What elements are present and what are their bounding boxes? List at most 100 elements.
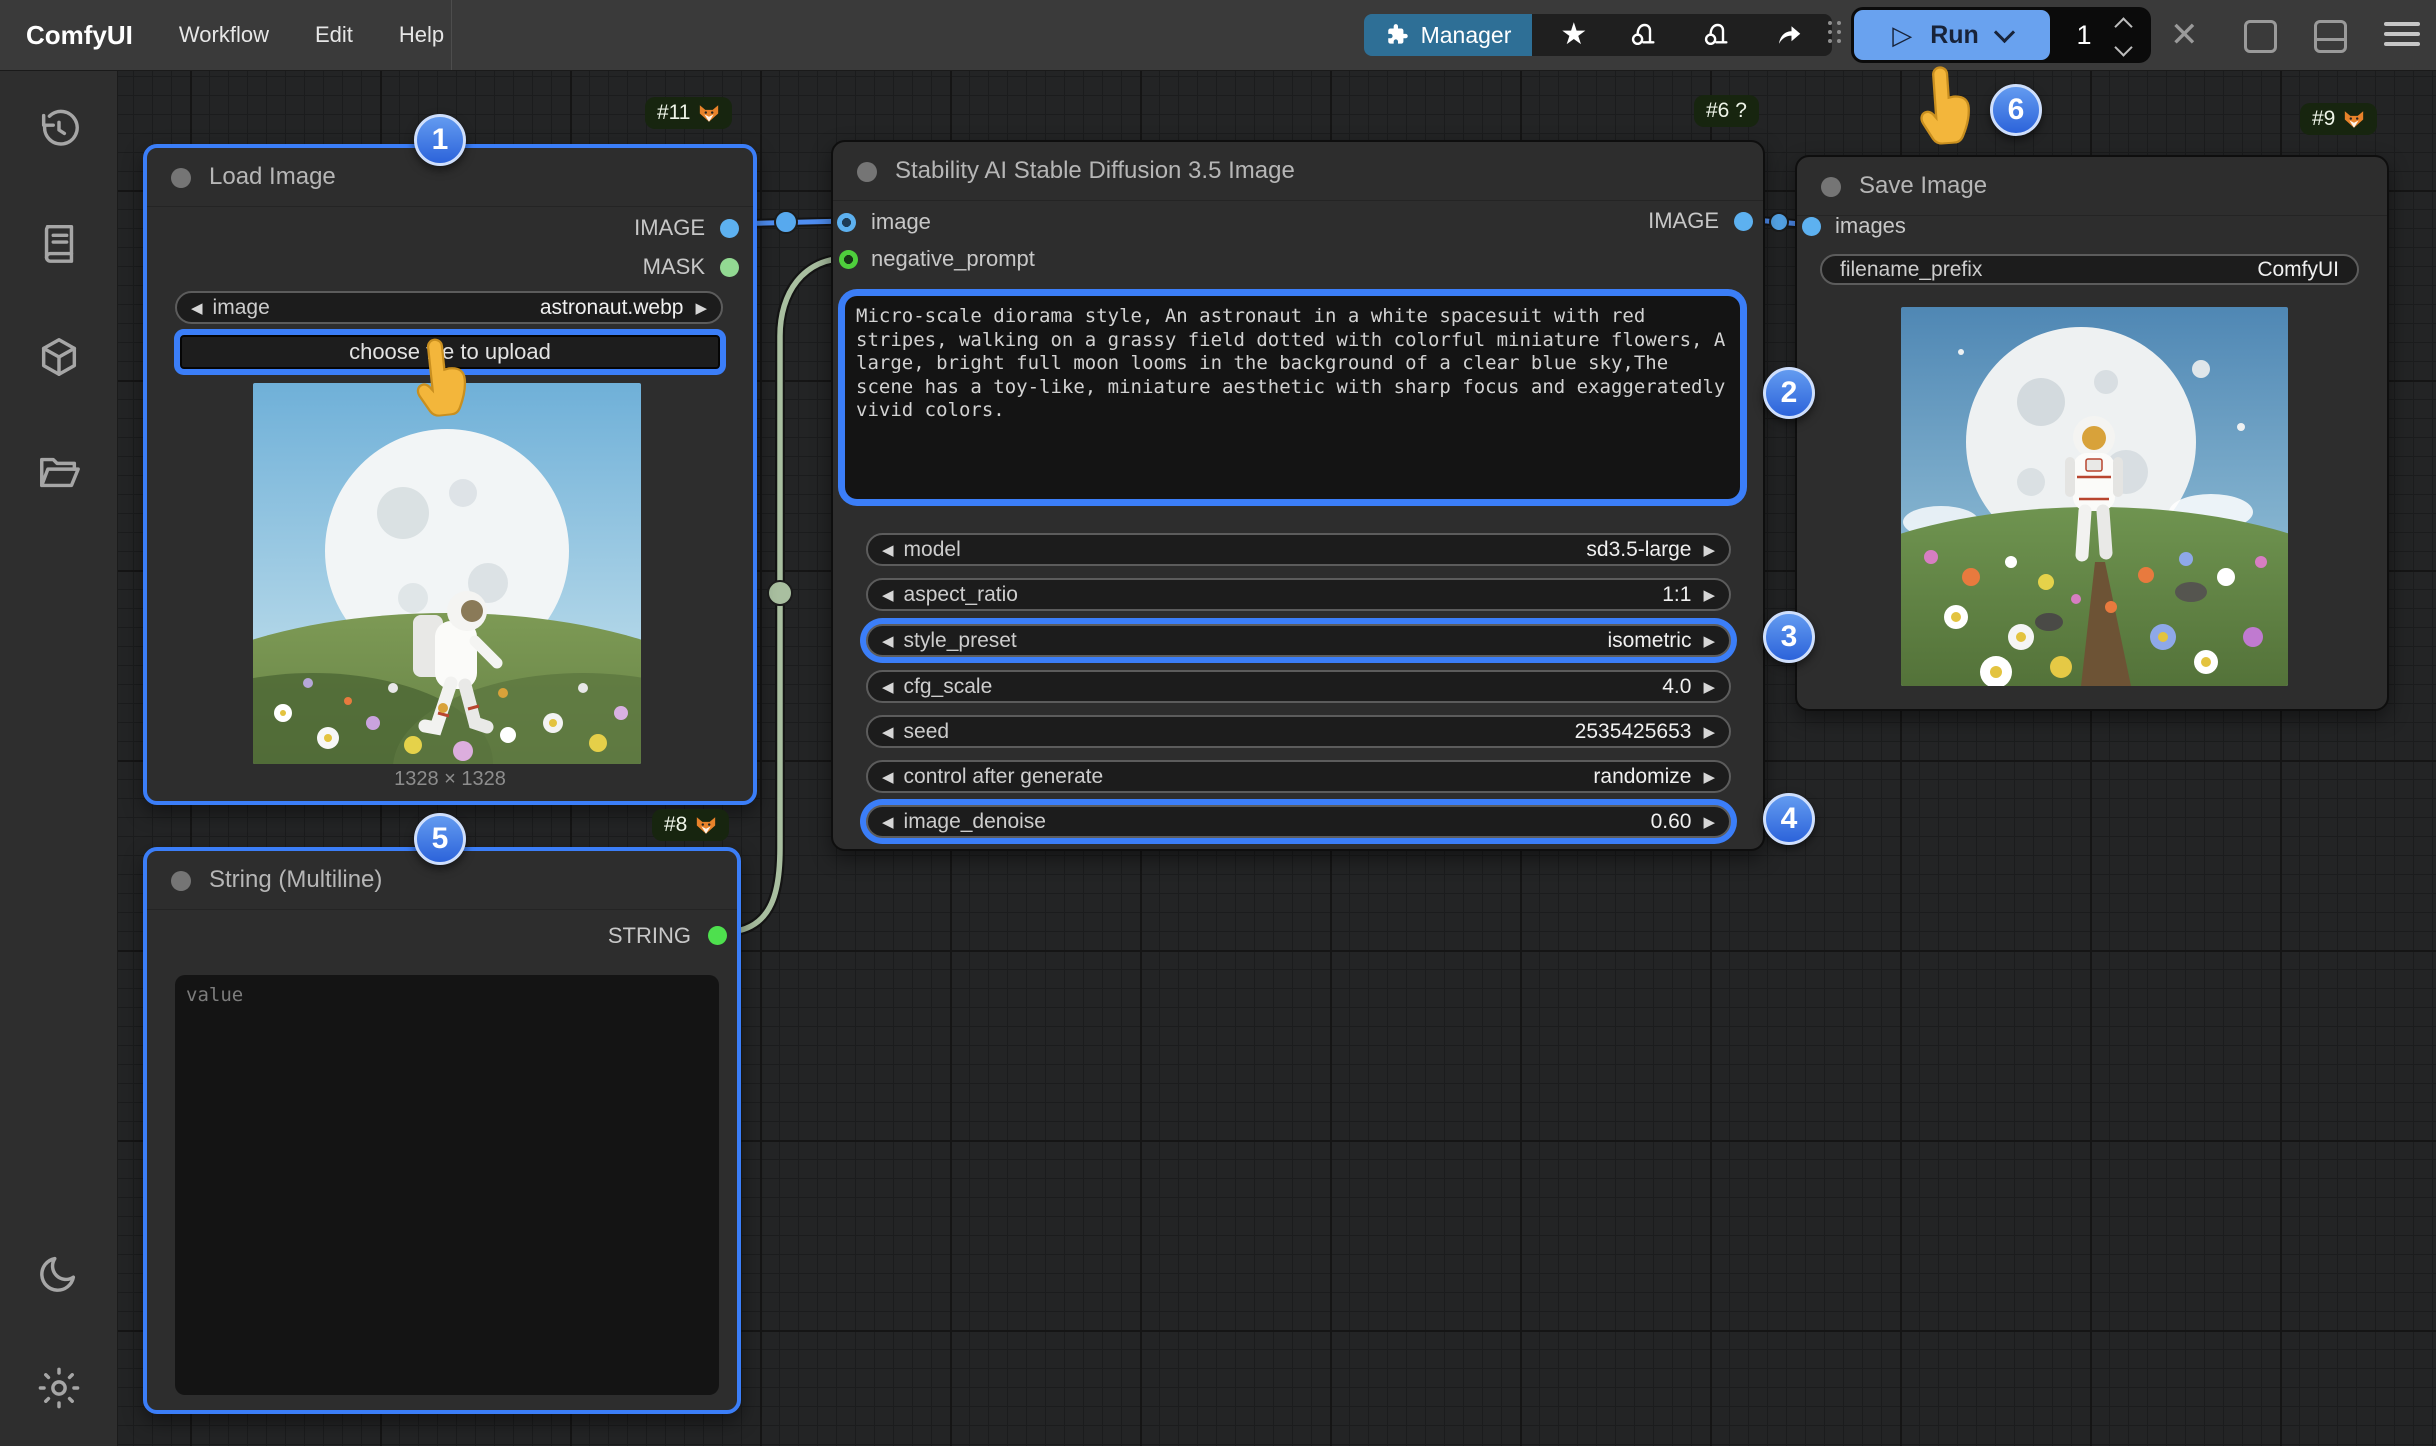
node-header[interactable]: Save Image xyxy=(1797,157,2387,216)
widget-style-preset[interactable]: ◀ style_preset isometric ▶ xyxy=(866,624,1731,657)
widget-filename-prefix[interactable]: filename_prefix ComfyUI xyxy=(1820,254,2359,285)
node-library-icon[interactable] xyxy=(36,220,82,266)
widget-model[interactable]: ◀ model sd3.5-large ▶ xyxy=(866,533,1731,566)
output-label-image: IMAGE xyxy=(634,215,705,241)
collapse-dot-icon[interactable] xyxy=(171,168,191,188)
stepper-up-icon[interactable] xyxy=(2114,17,2132,35)
next-arrow-icon[interactable]: ▶ xyxy=(1703,541,1715,559)
play-icon: ▷ xyxy=(1892,20,1912,51)
widget-control-after-generate[interactable]: ◀ control after generate randomize ▶ xyxy=(866,760,1731,793)
widget-label: image xyxy=(213,296,270,320)
run-button[interactable]: ▷ Run xyxy=(1854,10,2050,60)
prev-arrow-icon[interactable]: ◀ xyxy=(882,632,894,650)
left-sidebar xyxy=(0,70,118,1446)
prev-arrow-icon[interactable]: ◀ xyxy=(882,586,894,604)
history-icon[interactable] xyxy=(36,106,82,152)
prev-arrow-icon[interactable]: ◀ xyxy=(882,813,894,831)
next-arrow-icon[interactable]: ▶ xyxy=(1703,813,1715,831)
node-save-image[interactable]: Save Image images filename_prefix ComfyU… xyxy=(1795,155,2389,711)
prev-arrow-icon[interactable]: ◀ xyxy=(882,541,894,559)
collapse-dot-icon[interactable] xyxy=(171,871,191,891)
bell-icon[interactable] xyxy=(1628,19,1660,51)
menu-icon[interactable] xyxy=(2384,22,2420,46)
output-label-mask: MASK xyxy=(643,254,705,280)
next-arrow-icon[interactable]: ▶ xyxy=(1703,678,1715,696)
puzzle-icon xyxy=(1385,22,1411,48)
fox-icon xyxy=(695,816,717,835)
prev-arrow-icon[interactable]: ◀ xyxy=(882,768,894,786)
node-title: String (Multiline) xyxy=(209,866,382,894)
annotation-marker-1: 1 xyxy=(414,114,466,166)
widget-cfg-scale[interactable]: ◀ cfg_scale 4.0 ▶ xyxy=(866,670,1731,703)
panel-icon[interactable] xyxy=(2244,20,2277,53)
image-size-label: 1328 × 1328 xyxy=(147,768,753,791)
node-header[interactable]: Stability AI Stable Diffusion 3.5 Image xyxy=(833,142,1763,201)
input-label-image: image xyxy=(871,209,931,235)
bottom-panel-icon[interactable] xyxy=(2314,20,2347,53)
node-title: Save Image xyxy=(1859,172,1987,200)
prev-arrow-icon[interactable]: ◀ xyxy=(882,723,894,741)
prev-arrow-icon[interactable]: ◀ xyxy=(191,299,203,317)
collapse-dot-icon[interactable] xyxy=(857,162,877,182)
queue-count[interactable]: 1 xyxy=(2053,7,2115,63)
input-slot-image[interactable] xyxy=(837,213,856,232)
next-arrow-icon[interactable]: ▶ xyxy=(1703,723,1715,741)
annotation-marker-2: 2 xyxy=(1763,367,1815,419)
output-slot-image[interactable] xyxy=(1734,212,1753,231)
drag-handle-icon[interactable] xyxy=(1828,21,1842,49)
close-icon[interactable]: ✕ xyxy=(2170,15,2199,55)
node-id-badge-sd35: #6 ? xyxy=(1694,95,1759,127)
menubar-divider xyxy=(451,0,452,70)
reroute-dot-image[interactable] xyxy=(775,211,797,233)
theme-toggle-moon-icon[interactable] xyxy=(36,1250,82,1296)
input-slot-images[interactable] xyxy=(1802,217,1821,236)
widget-seed[interactable]: ◀ seed 2535425653 ▶ xyxy=(866,715,1731,748)
menu-workflow[interactable]: Workflow xyxy=(179,22,269,48)
collapse-dot-icon[interactable] xyxy=(1821,177,1841,197)
widget-value: astronaut.webp xyxy=(540,296,684,320)
string-value-textarea[interactable]: value xyxy=(175,975,719,1395)
fox-icon xyxy=(698,104,720,123)
image-combo-widget[interactable]: ◀ image astronaut.webp ▶ xyxy=(175,291,723,324)
node-string-multiline[interactable]: String (Multiline) STRING value xyxy=(143,847,741,1414)
node-load-image[interactable]: Load Image IMAGE MASK ◀ image astronaut.… xyxy=(143,144,757,805)
run-button-group: ▷ Run 1 xyxy=(1851,7,2151,63)
chevron-down-icon[interactable] xyxy=(1994,21,2015,42)
output-slot-string[interactable] xyxy=(708,926,727,945)
prev-arrow-icon[interactable]: ◀ xyxy=(882,678,894,696)
node-title: Load Image xyxy=(209,163,336,191)
input-label-images: images xyxy=(1835,213,1906,239)
preview-image-astronaut-input xyxy=(253,383,641,764)
output-slot-mask[interactable] xyxy=(720,258,739,277)
reroute-dot-image-2[interactable] xyxy=(1770,213,1788,231)
node-title: Stability AI Stable Diffusion 3.5 Image xyxy=(895,157,1295,185)
bell-icon[interactable] xyxy=(1701,19,1733,51)
input-label-negative-prompt: negative_prompt xyxy=(871,246,1035,272)
workflows-folder-icon[interactable] xyxy=(36,449,82,495)
widget-image-denoise[interactable]: ◀ image_denoise 0.60 ▶ xyxy=(866,805,1731,838)
reroute-dot-string[interactable] xyxy=(768,581,792,605)
input-slot-negative-prompt[interactable] xyxy=(839,250,858,269)
stepper-down-icon[interactable] xyxy=(2114,38,2132,56)
node-sd35[interactable]: Stability AI Stable Diffusion 3.5 Image … xyxy=(831,140,1765,851)
next-arrow-icon[interactable]: ▶ xyxy=(695,299,707,317)
top-menubar: ComfyUI Workflow Edit Help Manager ★ xyxy=(0,0,2436,71)
model-library-icon[interactable] xyxy=(36,334,82,380)
output-label-image: IMAGE xyxy=(1648,208,1719,234)
toolbar-icon-group: ★ xyxy=(1532,14,1832,56)
node-id-badge-string: #8 xyxy=(652,809,729,841)
star-icon[interactable]: ★ xyxy=(1560,20,1587,50)
prompt-textarea[interactable]: Micro-scale diorama style, An astronaut … xyxy=(845,296,1740,499)
manager-button[interactable]: Manager xyxy=(1364,14,1532,56)
next-arrow-icon[interactable]: ▶ xyxy=(1703,632,1715,650)
next-arrow-icon[interactable]: ▶ xyxy=(1703,586,1715,604)
output-slot-image[interactable] xyxy=(720,219,739,238)
widget-aspect-ratio[interactable]: ◀ aspect_ratio 1:1 ▶ xyxy=(866,578,1731,611)
menu-help[interactable]: Help xyxy=(399,22,444,48)
node-id-badge-load-image: #11 xyxy=(645,97,732,129)
menu-edit[interactable]: Edit xyxy=(315,22,353,48)
next-arrow-icon[interactable]: ▶ xyxy=(1703,768,1715,786)
share-icon[interactable] xyxy=(1774,20,1804,50)
settings-gear-icon[interactable] xyxy=(36,1365,82,1411)
annotation-marker-6: 6 xyxy=(1990,84,2042,136)
